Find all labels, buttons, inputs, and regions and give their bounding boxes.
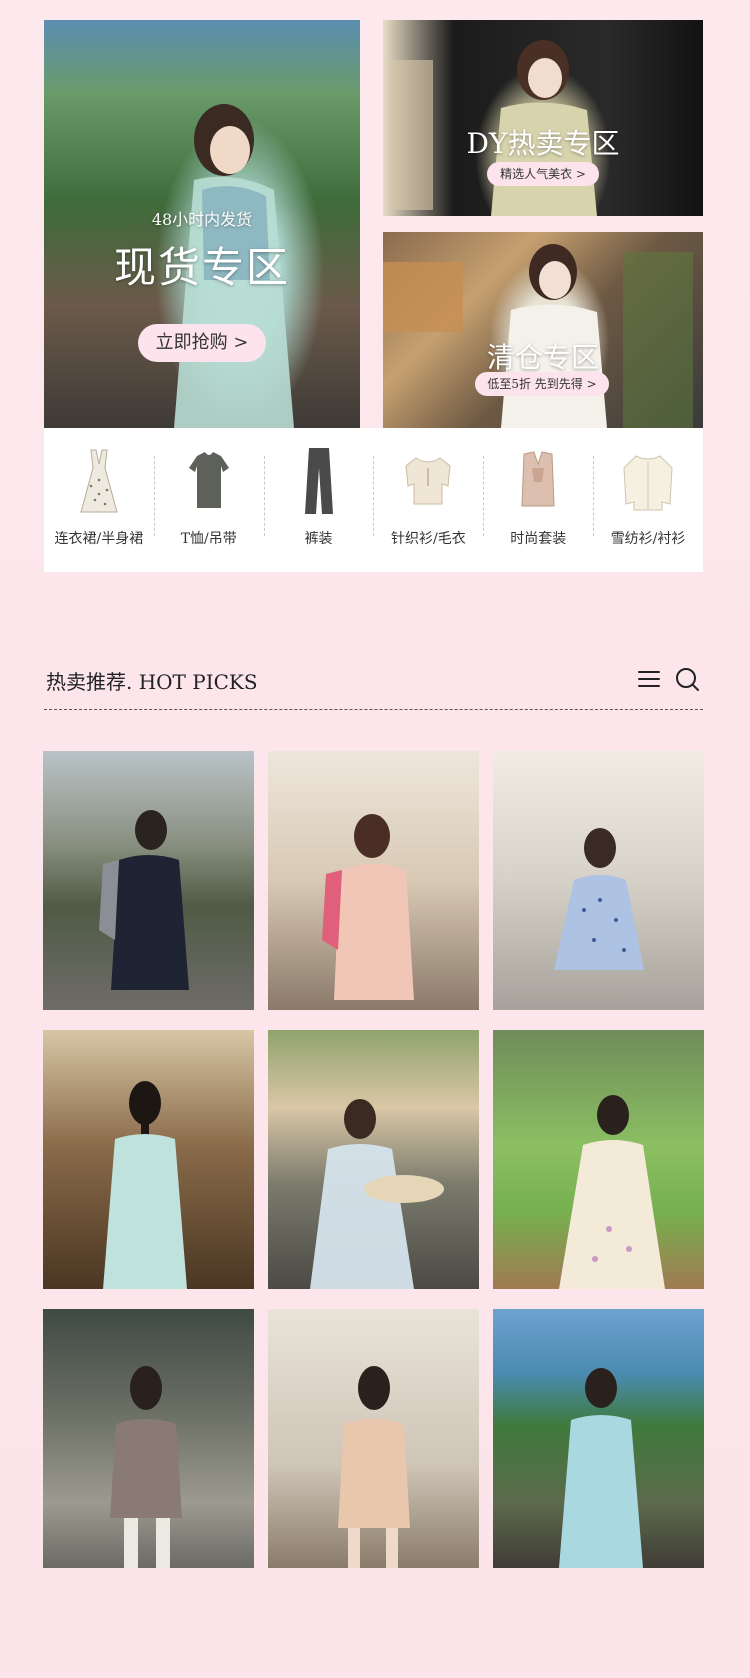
product-photo: [309, 1099, 444, 1289]
pants-icon: [284, 446, 354, 516]
product-card[interactable]: [43, 751, 254, 1010]
section-divider: [44, 709, 703, 710]
tshirt-icon: [174, 446, 244, 516]
product-card[interactable]: [493, 1309, 704, 1568]
product-card[interactable]: [43, 1030, 254, 1289]
product-photo: [102, 1081, 187, 1289]
category-blouses[interactable]: 雪纺衫/衬衫: [593, 428, 703, 572]
outfit-set-icon: [503, 446, 573, 516]
category-dresses[interactable]: 连衣裙/半身裙: [44, 428, 154, 572]
category-knitwear[interactable]: 针织衫/毛衣: [373, 428, 483, 572]
menu-icon[interactable]: [636, 666, 662, 692]
banner-title: 现货专区: [113, 243, 290, 292]
product-card[interactable]: [493, 751, 704, 1010]
product-grid: [43, 751, 704, 1568]
category-label: T恤/吊带: [180, 531, 237, 547]
product-card[interactable]: [493, 1030, 704, 1289]
category-label: 连衣裙/半身裙: [54, 531, 144, 547]
section-title: 热卖推荐. HOT PICKS: [46, 670, 258, 694]
category-label: 裤装: [304, 531, 333, 547]
product-photo: [109, 1366, 182, 1568]
dy-hot-banner[interactable]: DY热卖专区 精选人气美衣 >: [383, 20, 703, 216]
banner-photo: [389, 40, 597, 216]
product-card[interactable]: [268, 751, 479, 1010]
banner-title: 清仓专区: [486, 341, 599, 374]
product-card[interactable]: [268, 1030, 479, 1289]
category-panel: 连衣裙/半身裙 T恤/吊带 裤装 针织衫/毛衣 时尚套装 雪纺衫/衬衫: [44, 428, 703, 572]
knit-top-icon: [393, 446, 463, 516]
banner-photo: [383, 244, 693, 428]
product-photo: [98, 810, 189, 990]
in-stock-banner[interactable]: 48小时内发货 现货专区 立即抢购 >: [44, 20, 360, 428]
popular-picks-button[interactable]: 精选人气美衣 >: [487, 162, 599, 186]
clearance-banner[interactable]: 清仓专区 低至5折 先到先得 >: [383, 232, 703, 428]
blouse-icon: [613, 446, 683, 516]
product-card[interactable]: [43, 1309, 254, 1568]
product-photo: [337, 1366, 410, 1568]
banner-title: DY热卖专区: [466, 127, 620, 160]
category-sets[interactable]: 时尚套装: [483, 428, 593, 572]
dress-icon: [64, 446, 134, 516]
category-label: 雪纺衫/衬衫: [610, 531, 686, 547]
product-card[interactable]: [268, 1309, 479, 1568]
product-photo: [553, 828, 644, 970]
category-pants[interactable]: 裤装: [263, 428, 374, 572]
page: 48小时内发货 现货专区 立即抢购 > DY热卖专区 精选人气美衣 > 清仓专区…: [0, 0, 750, 1678]
clearance-button[interactable]: 低至5折 先到先得 >: [475, 372, 609, 396]
category-label: 针织衫/毛衣: [391, 531, 466, 547]
search-icon[interactable]: [674, 666, 700, 692]
product-photo: [558, 1368, 643, 1568]
category-tshirts[interactable]: T恤/吊带: [153, 428, 264, 572]
product-photo: [558, 1095, 665, 1289]
shop-now-button[interactable]: 立即抢购 >: [138, 324, 266, 362]
product-photo: [321, 814, 414, 1000]
banner-subtitle: 48小时内发货: [151, 210, 253, 229]
category-label: 时尚套装: [510, 531, 567, 547]
